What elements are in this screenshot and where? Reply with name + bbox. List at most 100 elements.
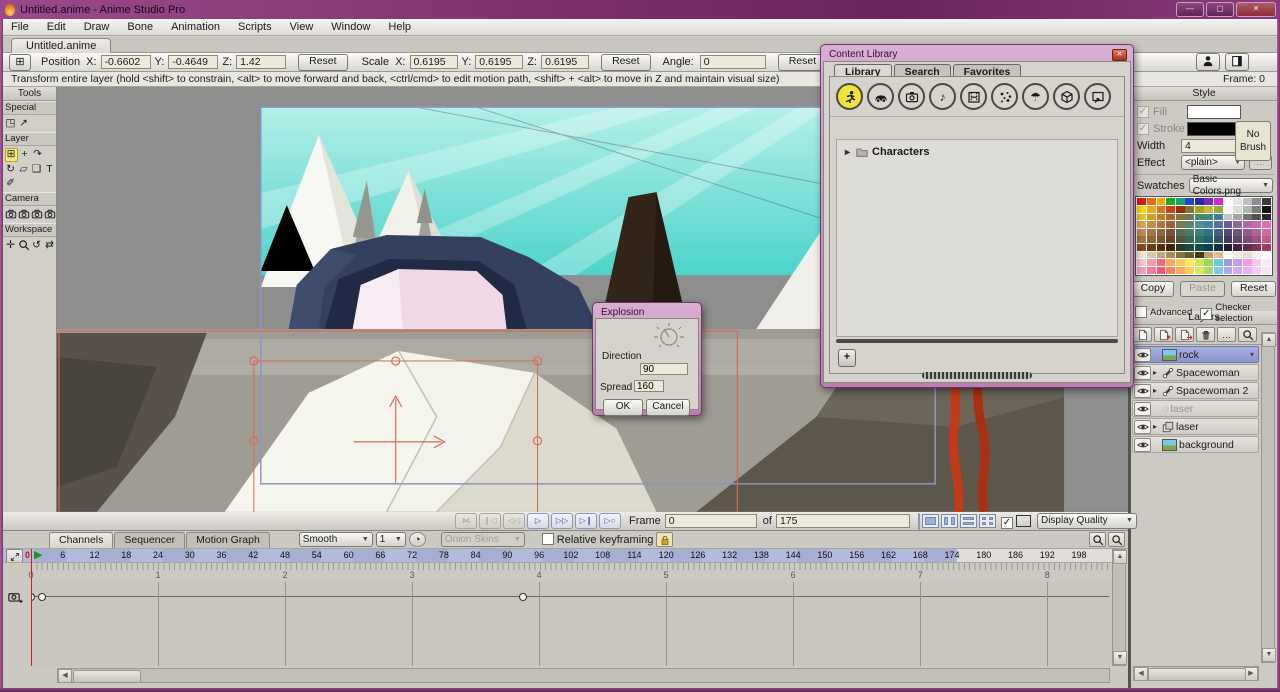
- category-vehicles-button[interactable]: [867, 83, 894, 110]
- swatch-2-10[interactable]: [1233, 214, 1242, 221]
- swatch-0-6[interactable]: [1195, 198, 1204, 205]
- explosion-dialog[interactable]: Explosion Direction Spread OK Cancel: [592, 302, 702, 416]
- tree-expand-arrow[interactable]: ▸: [845, 147, 852, 158]
- swatch-5-13[interactable]: [1262, 236, 1271, 243]
- category-characters-button[interactable]: [836, 83, 863, 110]
- position-x-field[interactable]: [101, 55, 151, 69]
- width-field[interactable]: [1181, 139, 1239, 153]
- swatch-8-0[interactable]: [1137, 259, 1146, 266]
- swatch-4-9[interactable]: [1224, 229, 1233, 236]
- angle-field[interactable]: [700, 55, 766, 69]
- swatch-2-2[interactable]: [1157, 214, 1166, 221]
- position-z-field[interactable]: [236, 55, 286, 69]
- swatch-6-12[interactable]: [1252, 244, 1261, 251]
- no-brush-button[interactable]: No Brush: [1235, 121, 1271, 161]
- content-library-window[interactable]: Content Library ✕ LibrarySearchFavorites…: [820, 44, 1134, 388]
- layer-visibility-toggle[interactable]: [1134, 348, 1151, 362]
- swatch-6-3[interactable]: [1166, 244, 1175, 251]
- menu-file[interactable]: File: [11, 21, 29, 33]
- bind-layer-tool[interactable]: ❏: [31, 163, 43, 176]
- menu-scripts[interactable]: Scripts: [238, 21, 272, 33]
- category-audio-button[interactable]: ♪: [929, 83, 956, 110]
- swatch-3-4[interactable]: [1176, 221, 1185, 228]
- layer-visibility-toggle[interactable]: [1134, 438, 1151, 452]
- swatch-4-8[interactable]: [1214, 229, 1223, 236]
- timeline-tab-motion-graph[interactable]: Motion Graph: [186, 532, 270, 548]
- stroke-checkbox[interactable]: ✓: [1137, 123, 1149, 135]
- cancel-button[interactable]: Cancel: [646, 399, 690, 416]
- swatch-7-1[interactable]: [1147, 252, 1156, 259]
- swatch-1-8[interactable]: [1214, 206, 1223, 213]
- split-vertical-view-button[interactable]: [941, 514, 958, 528]
- swatch-8-13[interactable]: [1262, 259, 1271, 266]
- next-frame-button[interactable]: ▷▷: [551, 513, 573, 529]
- swatch-6-5[interactable]: [1185, 244, 1194, 251]
- swatch-5-7[interactable]: [1204, 236, 1213, 243]
- play-button[interactable]: ▷: [527, 513, 549, 529]
- layers-vertical-scrollbar[interactable]: ▲▼: [1261, 332, 1275, 663]
- prev-keyframe-button[interactable]: ❙◁: [479, 513, 501, 529]
- swatch-8-9[interactable]: [1224, 259, 1233, 266]
- swatch-6-8[interactable]: [1214, 244, 1223, 251]
- position-reset-button[interactable]: Reset: [298, 54, 347, 71]
- swatch-8-6[interactable]: [1195, 259, 1204, 266]
- swatch-5-9[interactable]: [1224, 236, 1233, 243]
- swatch-7-3[interactable]: [1166, 252, 1175, 259]
- swatch-8-3[interactable]: [1166, 259, 1175, 266]
- layer-row-spacewoman[interactable]: ▸Spacewoman: [1132, 364, 1259, 381]
- swatch-1-7[interactable]: [1204, 206, 1213, 213]
- cycle-interpolation-button[interactable]: ◔: [409, 532, 426, 547]
- swatch-2-4[interactable]: [1176, 214, 1185, 221]
- dimension-dropdown[interactable]: 1▼: [376, 532, 406, 547]
- timeline-horizontal-scrollbar[interactable]: ◀: [57, 668, 1110, 683]
- layer-row-background[interactable]: background: [1132, 436, 1259, 453]
- swatch-1-4[interactable]: [1176, 206, 1185, 213]
- swatch-5-12[interactable]: [1252, 236, 1261, 243]
- category-3d-button[interactable]: [1053, 83, 1080, 110]
- swatch-4-5[interactable]: [1185, 229, 1194, 236]
- swatch-2-1[interactable]: [1147, 214, 1156, 221]
- swatch-0-0[interactable]: [1137, 198, 1146, 205]
- copy-button[interactable]: Copy: [1132, 281, 1175, 297]
- swatch-9-0[interactable]: [1137, 267, 1146, 274]
- content-library-add-button[interactable]: +: [838, 349, 856, 367]
- keyframe-frame-2[interactable]: [38, 593, 46, 601]
- advanced-checkbox[interactable]: [1135, 306, 1147, 319]
- swatch-5-2[interactable]: [1157, 236, 1166, 243]
- swatch-2-3[interactable]: [1166, 214, 1175, 221]
- content-library-titlebar[interactable]: Content Library ✕: [823, 47, 1131, 61]
- fill-color-swatch[interactable]: [1187, 105, 1241, 119]
- swatch-6-11[interactable]: [1243, 244, 1252, 251]
- checker-selection-checkbox[interactable]: ✓: [1200, 306, 1212, 320]
- scale-x-field[interactable]: [410, 55, 458, 69]
- swatch-7-7[interactable]: [1204, 252, 1213, 259]
- swatch-4-4[interactable]: [1176, 229, 1185, 236]
- content-library-scrollbar[interactable]: [836, 339, 1118, 343]
- swatch-9-9[interactable]: [1224, 267, 1233, 274]
- swatch-6-9[interactable]: [1224, 244, 1233, 251]
- interpolation-dropdown[interactable]: Smooth▼: [299, 532, 373, 547]
- timeline-tab-channels[interactable]: Channels: [49, 532, 113, 548]
- swatch-8-7[interactable]: [1204, 259, 1213, 266]
- swatch-8-12[interactable]: [1252, 259, 1261, 266]
- menu-help[interactable]: Help: [388, 21, 411, 33]
- swatch-7-13[interactable]: [1262, 252, 1271, 259]
- swatch-1-10[interactable]: [1233, 206, 1242, 213]
- swatch-0-3[interactable]: [1166, 198, 1175, 205]
- menu-window[interactable]: Window: [331, 21, 370, 33]
- swatch-1-2[interactable]: [1157, 206, 1166, 213]
- new-layer-button[interactable]: [1133, 327, 1152, 342]
- menu-bone[interactable]: Bone: [127, 21, 153, 33]
- swatch-7-10[interactable]: [1233, 252, 1242, 259]
- swatch-6-2[interactable]: [1157, 244, 1166, 251]
- swatch-3-7[interactable]: [1204, 221, 1213, 228]
- user-profile-button[interactable]: [1196, 53, 1220, 71]
- paste-button[interactable]: Paste: [1180, 281, 1225, 297]
- swatch-3-10[interactable]: [1233, 221, 1242, 228]
- swatch-5-1[interactable]: [1147, 236, 1156, 243]
- swatch-3-8[interactable]: [1214, 221, 1223, 228]
- reset-button[interactable]: Reset: [1231, 281, 1276, 297]
- zoom-camera-tool[interactable]: [18, 208, 30, 221]
- swatch-4-10[interactable]: [1233, 229, 1242, 236]
- display-quality-dropdown[interactable]: Display Quality▼: [1037, 513, 1137, 529]
